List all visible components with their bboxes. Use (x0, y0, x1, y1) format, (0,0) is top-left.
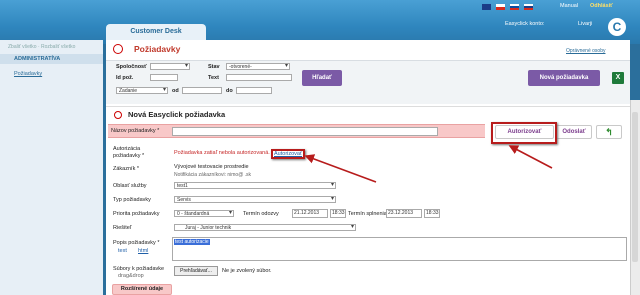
arrow-to-authorize-button (508, 145, 553, 169)
arrow-to-authorize-link (304, 154, 377, 183)
annotation-arrows (304, 145, 553, 183)
